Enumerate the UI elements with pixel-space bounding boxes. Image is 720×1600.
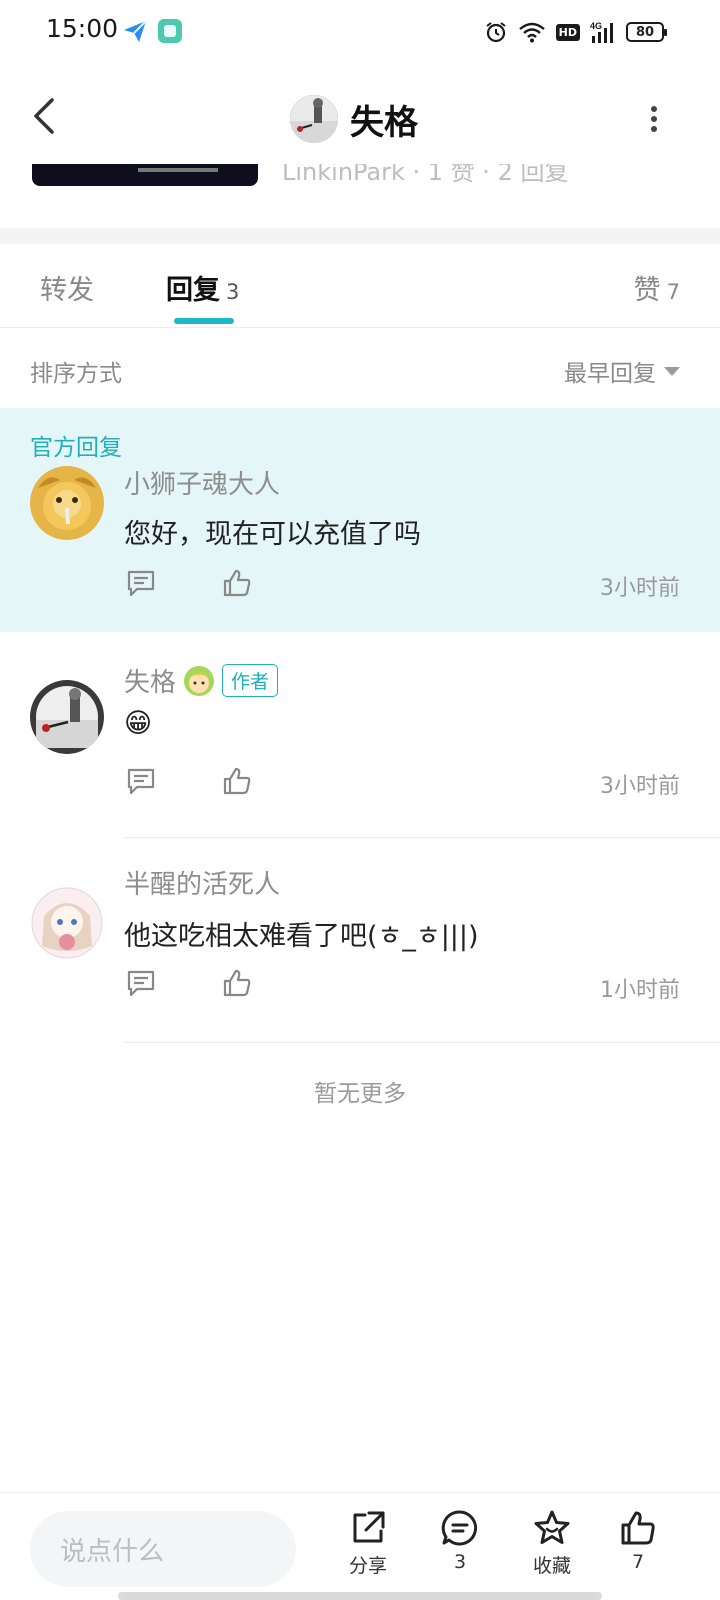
- caret-down-icon: [664, 366, 680, 376]
- header-user[interactable]: 失格: [290, 94, 418, 144]
- hd-icon: HD: [555, 23, 580, 41]
- avatar[interactable]: [30, 886, 104, 960]
- wifi-icon: [518, 22, 545, 43]
- tab-like[interactable]: 赞7: [634, 268, 680, 307]
- avatar[interactable]: [30, 680, 104, 754]
- comment-text: 您好，现在可以充值了吗: [124, 519, 421, 550]
- sort-dropdown[interactable]: 最早回复: [564, 354, 680, 388]
- comment-item: 半醒的活死人 他这吃相太难看了吧(ㅎ_ㅎ|||) 1小时前: [0, 840, 720, 1046]
- tab-forward[interactable]: 转发: [40, 268, 94, 307]
- author-badge: 作者: [222, 664, 279, 697]
- post-meta: LinkinPark · 1 赞 · 2 回复: [282, 164, 569, 186]
- user-medal-icon: [184, 665, 215, 696]
- section-divider: [0, 228, 720, 244]
- more-icon[interactable]: [646, 104, 662, 134]
- sort-label: 排序方式: [30, 361, 122, 387]
- comment-username[interactable]: 半醒的活死人: [124, 864, 280, 901]
- divider: [124, 837, 720, 838]
- comment-icon: [441, 1510, 478, 1546]
- svg-text:4G: 4G: [590, 21, 602, 31]
- like-count: 7: [666, 280, 680, 304]
- bottom-action-bar: 说点什么 分享 3 收藏 7: [0, 1492, 720, 1600]
- comment-time: 3小时前: [600, 774, 680, 799]
- send-app-icon: [124, 20, 147, 42]
- reply-icon[interactable]: [126, 568, 156, 598]
- post-thumbnail[interactable]: [32, 164, 258, 186]
- divider: [124, 1042, 720, 1043]
- tab-active-indicator: [174, 318, 234, 324]
- no-more-label: 暂无更多: [314, 1081, 406, 1107]
- sort-row: 排序方式 最早回复: [0, 328, 720, 408]
- like-icon[interactable]: [222, 968, 252, 998]
- reply-count: 3: [226, 280, 240, 304]
- alarm-icon: [486, 22, 506, 43]
- comment-item: 失格 作者 😁 3小时前: [0, 632, 720, 840]
- like-button[interactable]: 7: [598, 1509, 678, 1573]
- comment-button[interactable]: 3: [420, 1509, 500, 1573]
- thumbs-up-icon: [621, 1511, 655, 1545]
- like-icon[interactable]: [222, 568, 252, 598]
- tab-bar: 转发 回复 3 赞7: [0, 244, 720, 328]
- page-title: 失格: [350, 102, 418, 143]
- status-time: 15:00: [46, 14, 119, 43]
- avatar[interactable]: [290, 95, 338, 143]
- avatar[interactable]: [30, 466, 104, 540]
- official-reply-section: 官方回复 小狮子魂大人 您好，现在可以充值了吗 3小时前: [0, 408, 720, 632]
- comment-time: 3小时前: [600, 576, 680, 601]
- comment-text: 😁: [124, 708, 153, 739]
- comment-input[interactable]: 说点什么: [30, 1511, 296, 1587]
- back-icon[interactable]: [26, 94, 62, 138]
- comment-username[interactable]: 小狮子魂大人: [124, 464, 280, 501]
- tab-reply[interactable]: 回复 3: [166, 268, 239, 307]
- share-button[interactable]: 分享: [328, 1509, 408, 1578]
- like-icon[interactable]: [222, 766, 252, 796]
- official-reply-label: 官方回复: [30, 435, 122, 461]
- star-icon: [534, 1510, 570, 1544]
- comment-text: 他这吃相太难看了吧(ㅎ_ㅎ|||): [124, 921, 479, 952]
- home-indicator[interactable]: [118, 1592, 602, 1600]
- favorite-button[interactable]: 收藏: [512, 1509, 592, 1578]
- comment-time: 1小时前: [600, 978, 680, 1003]
- status-bar: 15:00 HD 4G 80: [0, 0, 720, 64]
- reply-icon[interactable]: [126, 766, 156, 796]
- signal-icon: 4G: [590, 21, 613, 43]
- app-notification-icon: [158, 19, 182, 43]
- post-preview[interactable]: LinkinPark · 1 赞 · 2 回复: [0, 164, 720, 224]
- top-nav: 失格: [0, 64, 720, 164]
- share-icon: [353, 1511, 385, 1543]
- reply-icon[interactable]: [126, 968, 156, 998]
- battery-icon: 80: [626, 22, 667, 42]
- comment-username[interactable]: 失格 作者: [124, 662, 279, 699]
